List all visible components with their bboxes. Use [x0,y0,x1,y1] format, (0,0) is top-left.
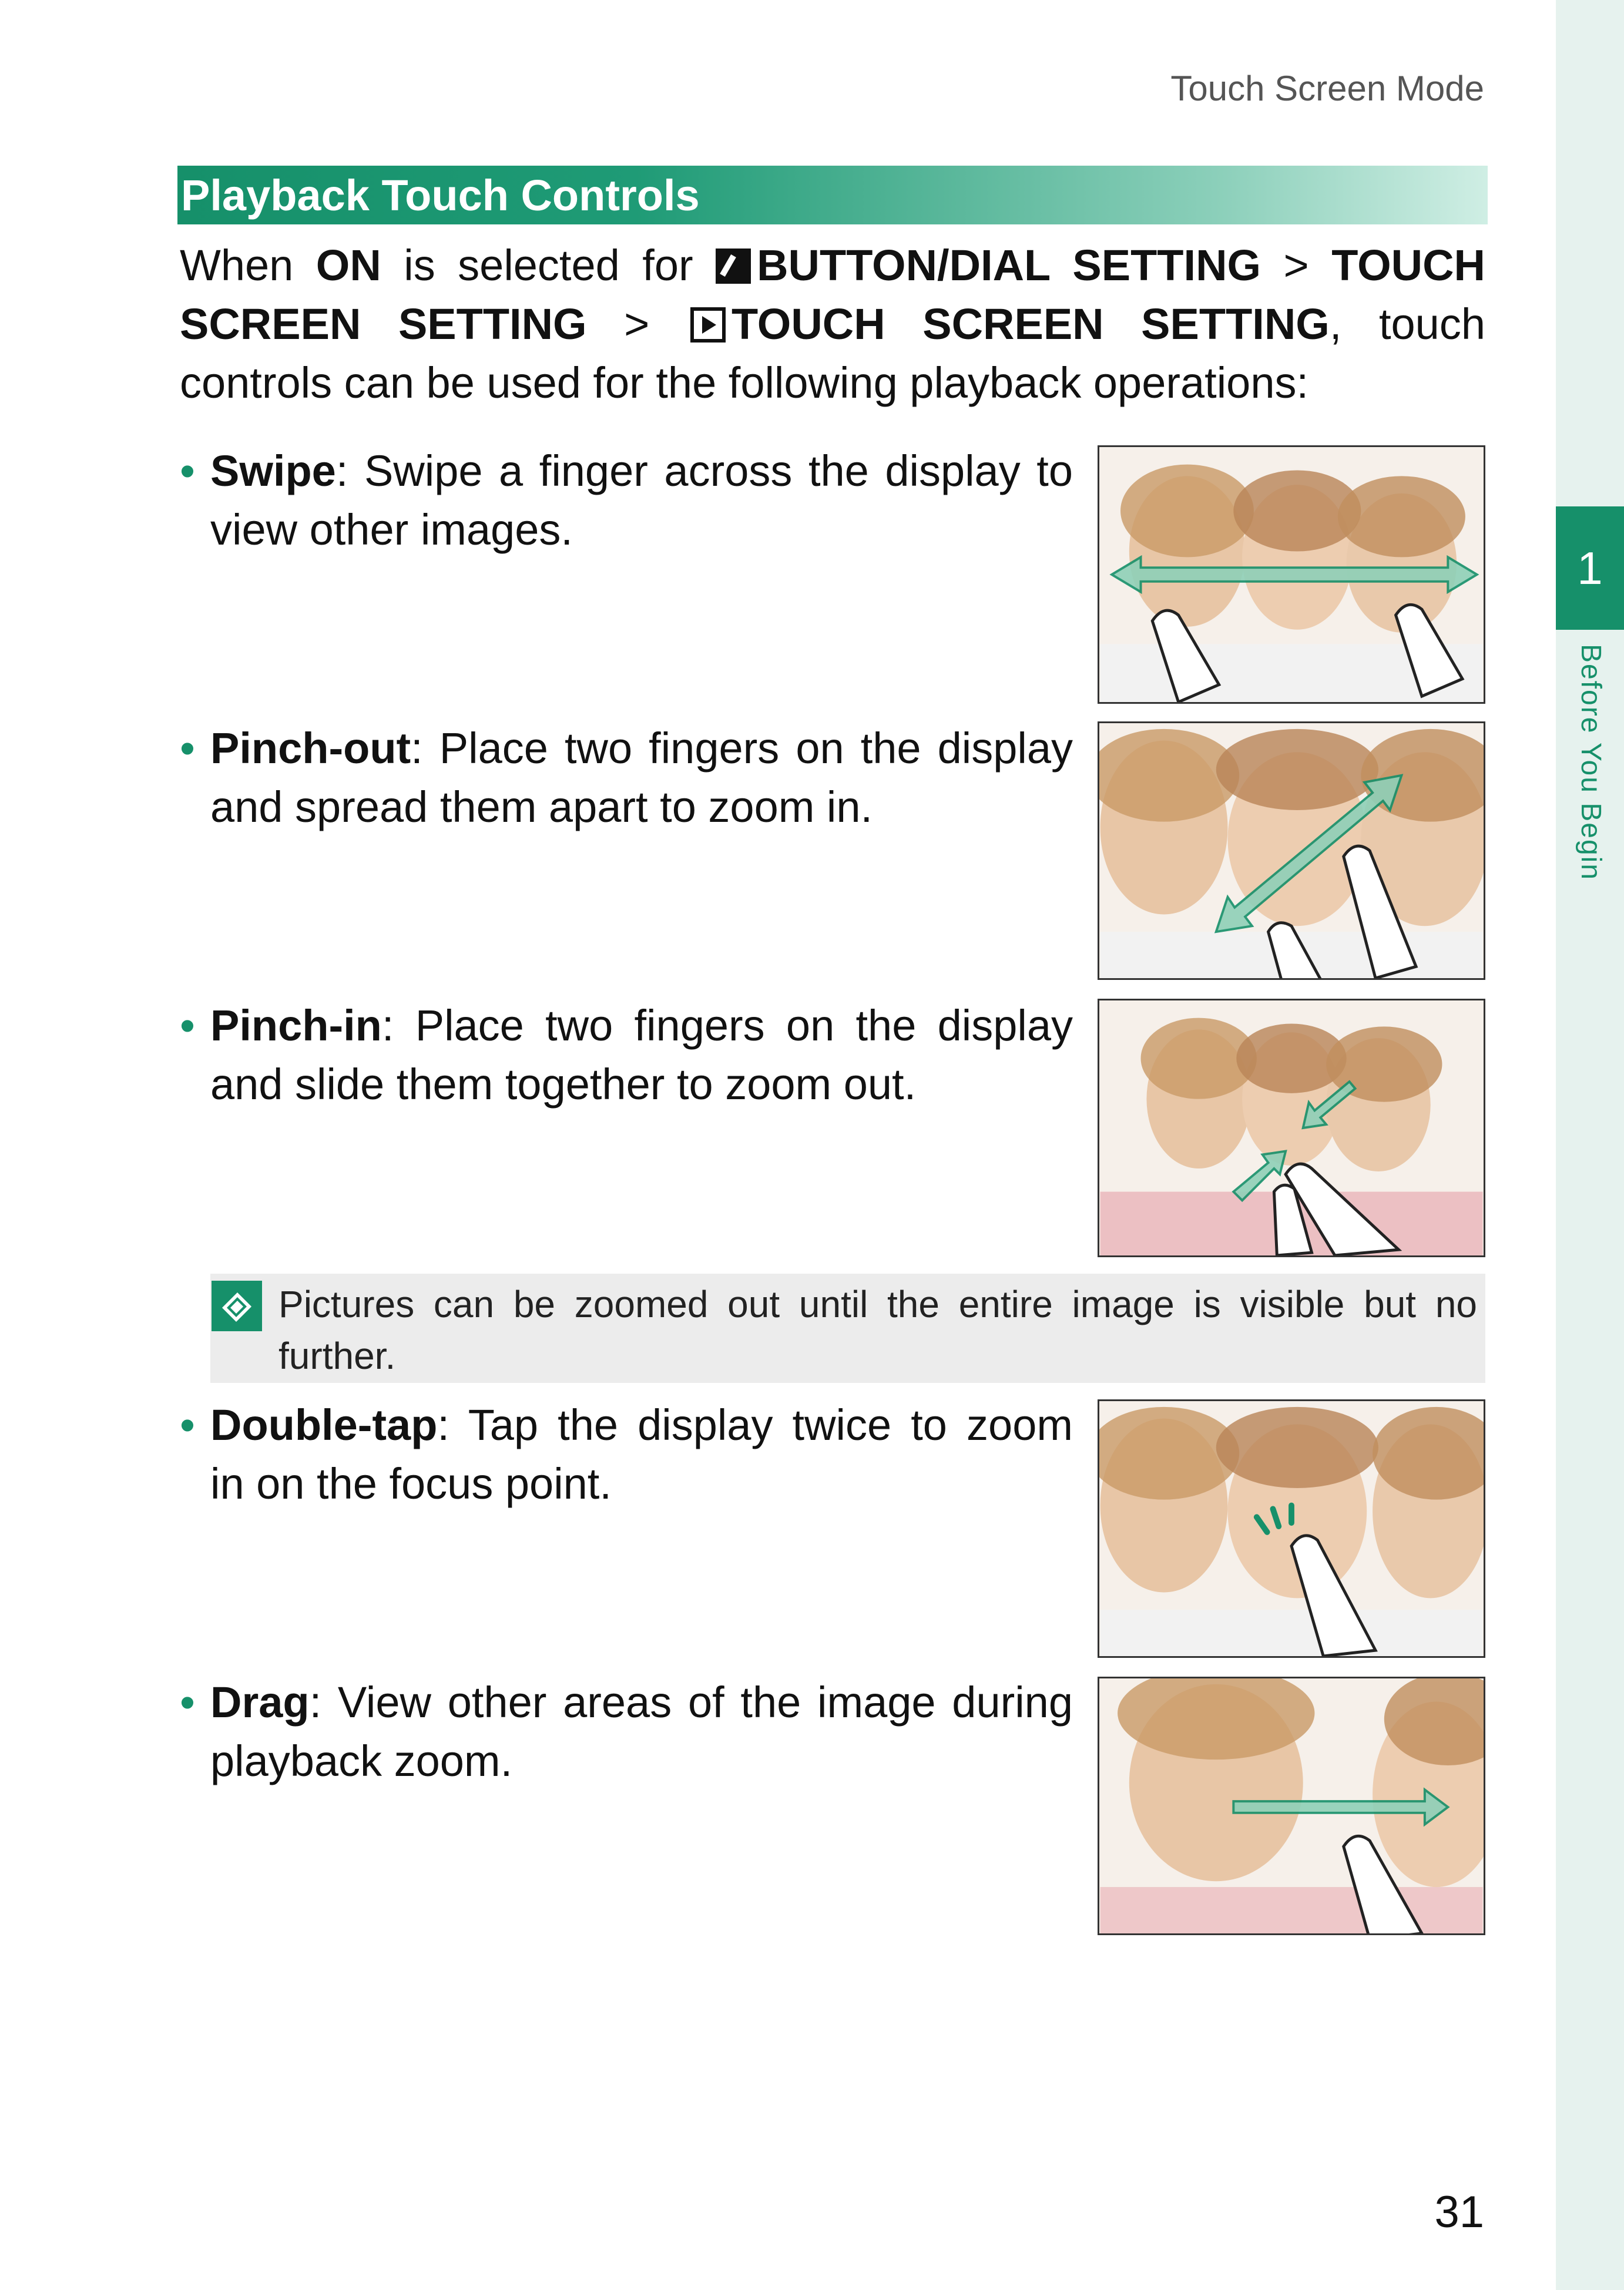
section-heading-bar: Playback Touch Controls [177,166,1488,224]
pinch-out-illustration [1098,721,1485,980]
running-head: Touch Screen Mode [1170,69,1484,108]
intro-separator: > [586,300,687,348]
list-item-pinch-out: • Pinch-out: Place two fingers on the di… [180,719,1073,837]
item-term: Drag [210,1678,310,1727]
swipe-photo [1100,447,1483,702]
double-tap-photo [1099,1401,1484,1656]
item-term: Swipe [210,446,336,495]
bullet: • [180,446,195,495]
item-term: Double-tap [210,1401,438,1449]
list-item-double-tap: • Double-tap: Tap the display twice to z… [180,1396,1073,1513]
pinch-in-photo [1100,1000,1483,1255]
double-tap-illustration [1098,1399,1485,1658]
intro-text: When [180,241,316,290]
bullet: • [180,724,195,773]
list-item-swipe: • Swipe: Swipe a finger across the displ… [180,442,1073,559]
note-text: Pictures can be zoomed out until the ent… [279,1283,1477,1377]
item-text: : View other areas of the image during p… [210,1678,1073,1785]
bullet: • [180,1001,195,1050]
page-number: 31 [1434,2187,1484,2237]
intro-text: is selected for [381,241,716,290]
chapter-title: Before You Begin [1575,644,1606,881]
list-item-drag: • Drag: View other areas of the image du… [180,1673,1073,1791]
intro-paragraph: When ON is selected for BUTTON/DIAL SETT… [180,236,1485,412]
swipe-illustration [1098,445,1485,704]
item-term: Pinch-in [210,1001,382,1050]
pinch-out-photo [1099,723,1484,978]
item-text: : Swipe a finger across the display to v… [210,446,1073,554]
intro-menu-playback-touch: TOUCH SCREEN SETTING [731,300,1330,348]
chapter-tab: 1 [1556,506,1624,630]
bullet: • [180,1678,195,1727]
intro-on: ON [316,241,381,290]
side-band [1556,0,1624,2290]
bullet: • [180,1401,195,1449]
pinch-in-illustration [1098,999,1485,1257]
list-item-pinch-in: • Pinch-in: Place two fingers on the dis… [180,996,1073,1114]
intro-menu-button-dial: BUTTON/DIAL SETTING [757,241,1261,290]
menu-setting-icon [716,249,751,284]
note-icon [212,1281,262,1331]
drag-photo [1100,1678,1484,1933]
intro-separator: > [1261,241,1332,290]
item-term: Pinch-out [210,724,411,773]
note-box: Pictures can be zoomed out until the ent… [210,1274,1485,1383]
section-title: Playback Touch Controls [181,170,700,220]
drag-illustration [1098,1677,1485,1935]
playback-icon [690,307,726,343]
chapter-number: 1 [1577,542,1603,594]
